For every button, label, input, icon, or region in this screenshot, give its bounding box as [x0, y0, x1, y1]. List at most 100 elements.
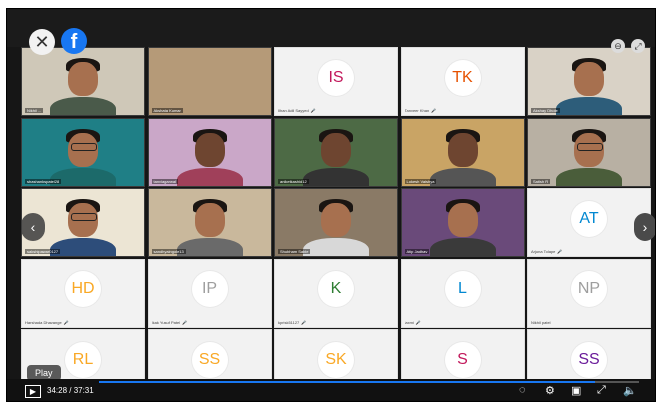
participant-name: Lokesh Vaishya: [404, 178, 437, 184]
progress-bar[interactable]: [99, 381, 639, 383]
muted-mic-icon: 🎤: [431, 108, 437, 113]
participant-initials-avatar: S: [444, 341, 481, 378]
participant-name-text: tanviagarwal: [153, 178, 176, 184]
participant-name-text: Lokesh Vaishya: [406, 178, 435, 184]
player-top-bar: [7, 9, 655, 47]
participant-video: [528, 48, 650, 115]
participant-name: Ilhan Adil Sayyed 🎤: [278, 108, 316, 113]
participant-initials-avatar: HD: [65, 271, 101, 307]
close-button[interactable]: ✕: [29, 29, 55, 55]
participant-name-text: Tanveer Khan: [404, 108, 430, 113]
participant-tile-video[interactable]: Shubham Sable: [274, 188, 398, 257]
participant-name-text: Ikak Yusuf Patel: [151, 319, 181, 325]
play-icon[interactable]: ▶: [25, 385, 41, 398]
participant-name-text: Shubham Sable: [280, 249, 309, 254]
participant-initials-avatar: K: [318, 271, 354, 307]
participant-body: [50, 167, 116, 186]
fullscreen-icon[interactable]: ⤢: [597, 384, 606, 397]
participant-name: laxmi 🎤: [405, 320, 421, 325]
participant-name: Akshay Dhole: [531, 108, 560, 113]
participant-name: Shubham Sable: [278, 249, 311, 254]
participant-face: [68, 62, 98, 96]
participant-body: [303, 167, 369, 186]
participant-body: [429, 238, 496, 256]
muted-mic-icon: 🎤: [63, 319, 69, 325]
participant-name-text: sandhyaingole13: [153, 249, 184, 254]
participant-tile-video[interactable]: shashankspatel28: [21, 117, 145, 187]
participant-name-text: Atip Jadhav: [406, 249, 428, 254]
player-controls: ▶ 34:28 / 37:31 ◌ ⚙ ▣ ⤢ 🔈: [7, 379, 655, 401]
participant-name: Ikak Yusuf Patel 🎤: [152, 320, 188, 325]
participant-tile-video[interactable]: Akshay Dhole: [527, 47, 651, 116]
muted-mic-icon: 🎤: [310, 108, 316, 113]
participant-tile-avatar[interactable]: Llaxmi 🎤: [400, 258, 525, 328]
participant-initials-avatar: L: [444, 271, 481, 307]
glasses: [71, 142, 97, 151]
participant-tile-avatar[interactable]: IP Ikak Yusuf Patel 🎤: [147, 258, 272, 328]
participant-name: Atip Jadhav: [404, 249, 430, 254]
participant-initials-avatar: SS: [191, 341, 228, 378]
participant-tile-avatar[interactable]: Kkprisk51127 🎤: [274, 258, 398, 328]
participant-face: [574, 62, 604, 96]
participant-name-text: Satish R: [533, 178, 549, 184]
participant-name: Nikhil patel: [531, 320, 551, 325]
volume-icon[interactable]: 🔈: [623, 384, 637, 397]
muted-mic-icon: 🎤: [557, 249, 563, 254]
participant-name-text: Arjuna Tolape: [531, 249, 556, 254]
participant-name-text: Ilhan Adil Sayyed: [278, 108, 309, 113]
participant-body: [50, 238, 116, 256]
participant-tile-video[interactable]: sandhyaingole13: [147, 188, 272, 257]
participant-video: [401, 118, 524, 186]
participant-name: kprisk51127 🎤: [278, 320, 306, 325]
participant-name: tanviagarwal: [151, 178, 178, 184]
participant-tile-video[interactable]: tanviagarwal: [147, 117, 272, 187]
participant-tile-video[interactable]: aniketkashid12: [274, 117, 398, 187]
participant-name: sandhyaingole13: [151, 249, 186, 254]
participant-name: Akshata Kumar: [151, 108, 183, 113]
settings-icon[interactable]: ⚙: [545, 384, 555, 397]
participant-tile-video[interactable]: Lokesh Vaishya: [400, 117, 525, 187]
participant-tile-avatar[interactable]: TK Tanveer Khan 🎤: [400, 47, 525, 116]
participant-tile-video[interactable]: Akshata Kumar: [147, 47, 272, 116]
participant-video: [528, 118, 650, 186]
participant-name-text: shashankspatel28: [27, 178, 60, 184]
playback-time: 34:28 / 37:31: [47, 386, 94, 395]
participant-face: [194, 132, 225, 167]
captions-icon[interactable]: ◌: [519, 384, 526, 396]
expand-icon[interactable]: ⤢: [631, 39, 645, 53]
participant-video: [148, 48, 271, 115]
participant-face: [194, 203, 225, 237]
minimize-icon[interactable]: ⊖: [611, 39, 625, 53]
participant-name: Satish R: [531, 178, 551, 184]
previous-page-button[interactable]: ‹: [21, 213, 45, 241]
participant-video: [148, 118, 271, 186]
participant-body: [556, 167, 622, 186]
participant-tile-avatar[interactable]: HD Harshada Dhavange 🎤: [21, 258, 145, 328]
muted-mic-icon: 🎤: [415, 319, 421, 325]
participant-tile-avatar[interactable]: AT Arjuna Tolape 🎤: [527, 188, 651, 257]
participant-tile-video[interactable]: Atip Jadhav: [400, 188, 525, 257]
participant-tile-video[interactable]: Satish R: [527, 117, 651, 187]
participant-face: [321, 203, 351, 237]
participant-name: Arjuna Tolape 🎤: [531, 249, 562, 254]
video-player[interactable]: Nikhil ... Akshata Kumar IS Ilhan Adil Sayy…: [6, 8, 656, 402]
participant-body: [429, 167, 496, 186]
participant-tile-avatar[interactable]: IS Ilhan Adil Sayyed 🎤: [274, 47, 398, 116]
participant-video: [275, 189, 397, 256]
pip-icon[interactable]: ▣: [571, 384, 581, 397]
glasses: [577, 142, 603, 151]
participant-initials-avatar: IP: [191, 271, 228, 307]
participant-tile-avatar[interactable]: NP Nikhil patel: [527, 258, 651, 328]
participant-face: [447, 132, 478, 167]
participant-initials-avatar: SK: [318, 341, 354, 378]
participant-name: shashankspatel28: [25, 178, 62, 184]
next-page-button[interactable]: ›: [634, 213, 655, 241]
participant-face: [321, 132, 351, 167]
participant-name: aniketkashid12: [278, 178, 309, 184]
participant-tile-video[interactable]: Nikhil ...: [21, 47, 145, 116]
participant-initials-avatar: IS: [318, 59, 354, 96]
participant-name-text: Akshay Dhole: [533, 108, 558, 113]
participant-name: Tanveer Khan 🎤: [405, 108, 437, 113]
participant-initials-avatar: NP: [571, 271, 607, 307]
participant-name-text: kprisk51127: [278, 319, 300, 325]
